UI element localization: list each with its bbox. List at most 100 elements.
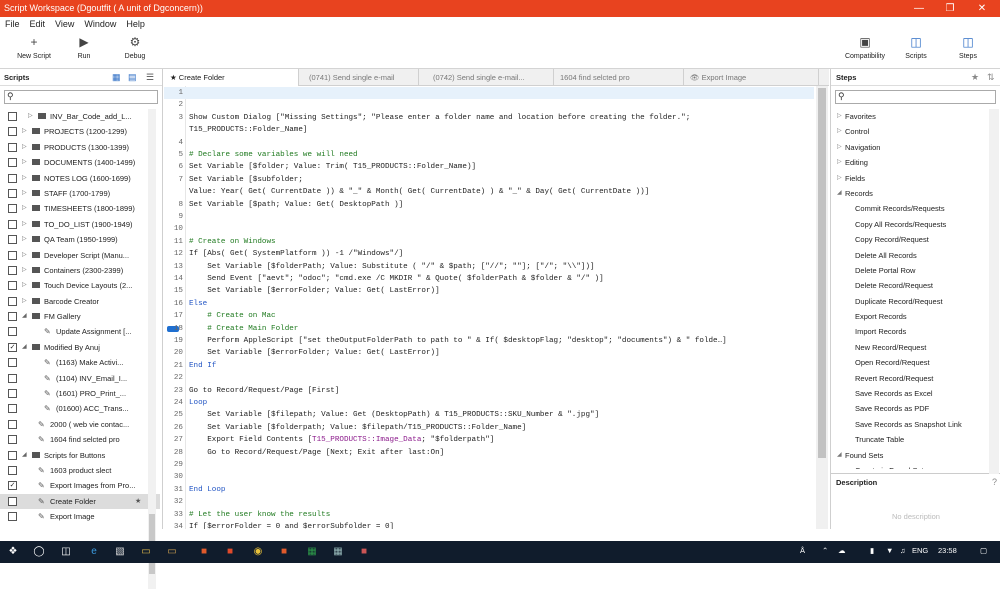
script-checkbox[interactable] [8,512,17,522]
script-checkbox[interactable] [8,450,17,460]
compatibility-button[interactable]: ▣ Compatibility [840,35,890,60]
script-checkbox[interactable] [8,281,17,291]
expand-arrow-icon[interactable]: ▷ [22,248,27,263]
script-checkbox[interactable] [8,127,17,137]
help-icon[interactable]: ? [992,477,997,487]
code-line[interactable]: 8 Set Variable [$path; Value: Get( Deskto… [164,199,814,211]
script-list-item[interactable]: ✎ Export Image [0,509,160,524]
step-item[interactable]: Truncate Table [831,432,989,447]
step-item[interactable]: Duplicate Record/Request [831,294,989,309]
expand-arrow-icon[interactable]: ▷ [22,294,27,309]
step-category[interactable]: ◢ Found Sets [831,448,989,463]
code-line[interactable]: 33 # Let the user know the results [164,509,814,521]
minimize-button[interactable]: — [903,0,935,17]
folder-view-icon[interactable]: ▦ [112,72,121,83]
script-list-item[interactable]: ◢ FM Gallery [0,309,160,324]
script-checkbox[interactable] [8,204,17,214]
script-checkbox[interactable] [8,158,17,168]
app-icon-3[interactable]: ■ [276,544,292,560]
store-icon[interactable]: ▧ [112,544,128,560]
app-icon[interactable]: ■ [196,544,212,560]
code-line[interactable]: 9 [164,211,814,223]
step-item[interactable]: Commit Records/Requests [831,201,989,216]
expand-arrow-icon[interactable]: ▷ [22,140,27,155]
script-list-item[interactable]: ▷ TIMESHEETS (1800-1899) [0,201,160,216]
code-line[interactable]: 28 Go to Record/Request/Page [Next; Exit… [164,447,814,459]
code-line[interactable]: 10 [164,223,814,235]
script-checkbox[interactable] [8,404,17,414]
code-line[interactable]: 3 Show Custom Dialog ["Missing Settings";… [164,112,814,124]
tab-send-single-email-0742[interactable]: (0742) Send single e-mail... [419,69,554,86]
script-list-item[interactable]: ▷ Containers (2300-2399) [0,263,160,278]
code-line[interactable]: Value: Year( Get( CurrentDate )) & "_" &… [164,186,814,198]
input-language[interactable]: ENG [912,546,928,555]
script-list-item[interactable]: ✎ 2000 ( web vie contac... [0,417,160,432]
step-category[interactable]: ◢ Records [831,186,989,201]
code-line[interactable]: 6 Set Variable [$folder; Value: Trim( T15… [164,161,814,173]
script-checkbox[interactable] [8,142,17,152]
scripts-search-input[interactable]: ⚲ [4,90,158,104]
code-line[interactable]: 5 # Declare some variables we will need [164,149,814,161]
expand-arrow-icon[interactable]: ▷ [22,186,27,201]
code-line[interactable]: 11 # Create on Windows [164,236,814,248]
group-icon[interactable]: ▤ [128,72,137,83]
debug-button[interactable]: ⚙ Debug [120,35,150,60]
script-checkbox[interactable]: ✓ [8,342,17,352]
expand-arrow-icon[interactable]: ▷ [22,124,27,139]
expand-arrow-icon[interactable]: ▷ [22,201,27,216]
script-list-item[interactable]: ✎ Update Assignment [... [0,324,160,339]
network-icon[interactable]: ☁ [838,546,846,555]
code-line[interactable]: 20 Set Variable [$errorFolder; Value: Ge… [164,347,814,359]
code-line[interactable]: 26 Set Variable [$folderpath; Value: $fi… [164,422,814,434]
step-item[interactable]: Open Record/Request [831,355,989,370]
menu-file[interactable]: File [5,17,20,31]
battery-icon[interactable]: ▮ [870,546,874,555]
script-list-item[interactable]: ▷ PRODUCTS (1300-1399) [0,140,160,155]
people-icon[interactable]: Å [800,546,805,555]
steps-toggle-button[interactable]: ◫ Steps [950,35,986,60]
expand-arrow-icon[interactable]: ▷ [837,155,842,170]
step-item[interactable]: Export Records [831,309,989,324]
script-list-item[interactable]: ▷ Barcode Creator [0,294,160,309]
menu-view[interactable]: View [55,17,74,31]
step-item[interactable]: Import Records [831,324,989,339]
expand-arrow-icon[interactable]: ◢ [837,186,842,201]
script-list-item[interactable]: ✎ 1603 product slect [0,463,160,478]
chevron-up-icon[interactable]: ⌃ [822,546,828,555]
script-list-item[interactable]: ✎ Create Folder ★ [0,493,160,510]
script-checkbox[interactable] [8,358,17,368]
excel-icon[interactable]: ▦ [304,544,320,560]
app-icon-4[interactable]: ▦ [330,544,346,560]
code-line[interactable]: 30 [164,471,814,483]
code-line[interactable]: 32 [164,496,814,508]
code-line[interactable]: 24 Loop [164,397,814,409]
script-list-item[interactable]: ✓ ◢ Modified By Anuj [0,340,160,355]
notifications-icon[interactable]: ▢ [980,546,987,555]
edge-icon[interactable]: e [86,544,102,560]
code-line[interactable]: 17 # Create on Mac [164,310,814,322]
tab-export-image[interactable]: 👁 Export Image [684,69,819,86]
code-line[interactable]: 14 Send Event ["aevt"; "odoc"; "cmd.exe … [164,273,814,285]
script-checkbox[interactable] [8,496,17,506]
tabs-overflow-icon[interactable] [819,69,829,86]
script-editor[interactable]: 1 2 3 Show Custom Dialog ["Missing Settings… [164,86,829,529]
tab-create-folder[interactable]: ★ Create Folder [164,69,299,86]
scripts-toggle-button[interactable]: ◫ Scripts [898,35,934,60]
code-line[interactable]: 34 If [$errorFolder = 0 and $errorSubfold… [164,521,814,529]
code-line[interactable]: T15_PRODUCTS::Folder_Name] [164,124,814,136]
tab-send-single-email-0741[interactable]: (0741) Send single e-mail [299,69,419,86]
script-list-item[interactable]: ▷ QA Team (1950-1999) [0,232,160,247]
wifi-icon[interactable]: ▼ [886,546,893,555]
expand-arrow-icon[interactable]: ◢ [22,340,27,355]
code-line[interactable]: 13 Set Variable [$folderPath; Value: Sub… [164,261,814,273]
run-button[interactable]: ▶ Run [70,35,98,60]
script-checkbox[interactable] [8,465,17,475]
step-item[interactable]: Save Records as Snapshot Link [831,417,989,432]
task-view-icon[interactable]: ◫ [58,544,74,560]
chrome-icon[interactable]: ◉ [250,544,266,560]
expand-arrow-icon[interactable]: ▷ [22,171,27,186]
search-icon[interactable]: ◯ [32,544,46,560]
favorite-star-icon[interactable]: ★ [135,494,141,509]
scripts-scrollbar[interactable] [148,109,156,589]
step-category[interactable]: ▷ Favorites [831,109,989,124]
